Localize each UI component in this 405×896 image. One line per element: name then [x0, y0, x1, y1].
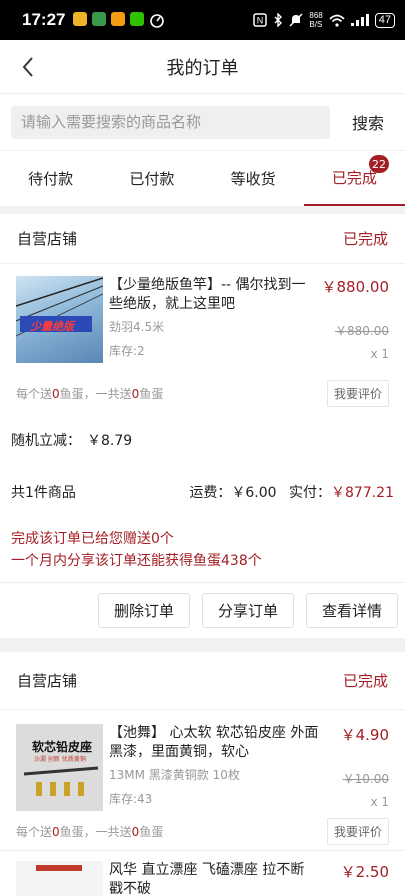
page-title: 我的订单	[166, 57, 239, 79]
review-button[interactable]: 我要评价	[326, 817, 389, 845]
wechat-icon	[130, 12, 145, 26]
nav-bar: 我的订单	[0, 40, 405, 94]
delete-order-button[interactable]: 删除订单	[97, 593, 190, 628]
tab-completed-label: 已完成	[331, 169, 377, 187]
tab-pending-payment[interactable]: 待付款	[0, 151, 101, 206]
speedometer-icon	[150, 14, 165, 28]
order-status: 已完成	[342, 230, 388, 248]
product-price: ￥2.50	[340, 863, 389, 881]
discount-value: ￥8.79	[87, 433, 133, 449]
product-price: ￥4.90	[340, 726, 389, 744]
order-actions: 删除订单 分享订单 查看详情	[0, 582, 405, 638]
app-icon	[92, 12, 107, 26]
view-details-button[interactable]: 查看详情	[305, 593, 398, 628]
product-price-block: ￥880.00 ￥880.00 x 1	[322, 276, 390, 361]
search-input[interactable]	[11, 105, 330, 139]
summary-row: 共1件商品 运费：￥6.00 实付：￥877.21	[0, 464, 405, 520]
order-tabs: 待付款 已付款 等收货 已完成 22	[0, 150, 405, 206]
order-header: 自营店铺 已完成	[0, 214, 405, 264]
product-image: 少量绝版	[16, 276, 103, 363]
product-image	[16, 861, 103, 896]
product-original-price: ￥880.00	[335, 324, 389, 338]
battery-indicator: 47	[374, 12, 395, 28]
tab-paid[interactable]: 已付款	[101, 151, 202, 206]
product-name: 【池舞】 心太软 软芯铅皮座 外面黑漆，里面黄铜，软心	[109, 725, 319, 760]
paid-amount: ￥877.21	[331, 485, 394, 501]
store-name: 自营店铺	[17, 672, 78, 690]
product-price-block: ￥2.50	[341, 861, 389, 882]
product-item[interactable]: 少量绝版 【少量绝版鱼竿】-- 偶尔找到一些绝版，就上这里吧 劲羽4.5米 库存…	[0, 264, 405, 374]
reward-notice: 完成该订单已给您赠送0个 一个月内分享该订单还能获得鱼蛋438个	[0, 520, 405, 582]
count-badge: 22	[369, 155, 389, 173]
tab-completed[interactable]: 已完成 22	[303, 151, 405, 206]
shipping-fee: 运费：￥6.00	[189, 485, 277, 501]
review-button[interactable]: 我要评价	[326, 379, 389, 407]
mute-icon	[289, 13, 303, 27]
share-order-button[interactable]: 分享订单	[201, 593, 294, 628]
product-image-text: 少量绝版	[30, 320, 74, 333]
discount-row: 随机立减： ￥8.79	[0, 416, 405, 464]
status-time: 17:27	[22, 10, 66, 29]
nfc-icon: N	[253, 13, 268, 27]
chevron-left-icon	[22, 57, 33, 77]
network-speed: 868 B/S	[309, 11, 323, 29]
bluetooth-icon	[274, 13, 283, 27]
search-button[interactable]: 搜索	[352, 110, 384, 134]
store-name: 自营店铺	[17, 230, 78, 248]
signal-icon	[350, 14, 369, 26]
wifi-icon	[329, 14, 345, 27]
product-item[interactable]: 软芯铅皮座 沙漏 创新 优质黄铜 【池舞】 心太软 软芯铅皮座 外面黑漆，里面黄…	[0, 710, 405, 812]
paid-label: 实付：	[289, 485, 331, 501]
reward-notice-line: 完成该订单已给您赠送0个	[11, 531, 174, 547]
reward-notice-line: 一个月内分享该订单还能获得鱼蛋438个	[11, 553, 262, 569]
search-bar: 搜索	[0, 94, 405, 150]
product-original-price: ￥10.00	[342, 772, 389, 786]
product-item[interactable]: 风华 直立漂座 飞磕漂座 拉不断 戳不破 ￥2.50	[0, 850, 405, 896]
order-header: 自营店铺 已完成	[0, 652, 405, 710]
tab-awaiting-delivery[interactable]: 等收货	[203, 151, 304, 206]
app-icon	[111, 12, 126, 26]
product-image-text: 软芯铅皮座	[32, 740, 93, 754]
svg-text:N: N	[257, 16, 264, 26]
product-image-subtext: 沙漏 创新 优质黄铜	[34, 756, 86, 763]
product-price: ￥880.00	[321, 278, 390, 296]
app-icon	[73, 12, 88, 26]
payment-summary: 运费：￥6.00 实付：￥877.21	[189, 482, 394, 502]
product-quantity: x 1	[370, 795, 389, 809]
gift-text: 每个送0鱼蛋，一共送0鱼蛋	[16, 386, 164, 401]
status-app-icons	[73, 12, 165, 28]
item-count: 共1件商品	[11, 485, 76, 501]
order-card: 自营店铺 已完成 少量绝版 【少量绝版鱼竿】-- 偶尔找到一些绝版，就上这里吧 …	[0, 214, 405, 638]
gift-row: 每个送0鱼蛋，一共送0鱼蛋 我要评价	[0, 378, 405, 408]
gift-row: 每个送0鱼蛋，一共送0鱼蛋 我要评价	[0, 816, 405, 846]
float-seat-image	[36, 865, 82, 871]
status-bar: 17:27 N 868 B/S 47	[0, 0, 405, 40]
status-right: N 868 B/S 47	[253, 11, 395, 29]
order-card: 自营店铺 已完成 软芯铅皮座 沙漏 创新 优质黄铜 【池舞】 心太软 软芯铅皮座…	[0, 652, 405, 896]
order-status: 已完成	[342, 672, 388, 690]
product-name: 风华 直立漂座 飞磕漂座 拉不断 戳不破	[109, 862, 305, 896]
product-name: 【少量绝版鱼竿】-- 偶尔找到一些绝版，就上这里吧	[109, 277, 306, 312]
product-price-block: ￥4.90 ￥10.00 x 1	[341, 724, 389, 809]
discount-label: 随机立减：	[11, 433, 81, 449]
gift-text: 每个送0鱼蛋，一共送0鱼蛋	[16, 824, 164, 839]
back-button[interactable]	[16, 54, 40, 80]
product-image: 软芯铅皮座 沙漏 创新 优质黄铜	[16, 724, 103, 811]
product-quantity: x 1	[370, 347, 389, 361]
